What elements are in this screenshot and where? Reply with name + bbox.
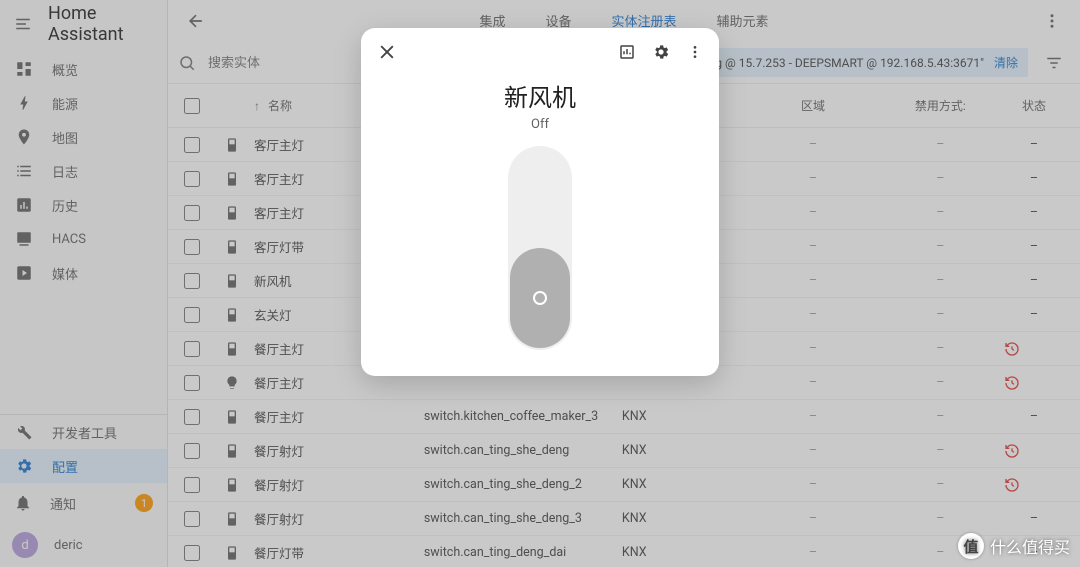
switch-track[interactable] [508,146,572,350]
modal-overlay[interactable]: 新风机 Off [0,0,1080,567]
power-icon [533,291,547,305]
close-button[interactable] [373,38,401,66]
dialog-title: 新风机 [361,78,719,113]
dialog-actions [615,40,707,64]
settings-button[interactable] [649,40,673,64]
dialog-overflow[interactable] [683,40,707,64]
dialog-state: Off [361,117,719,132]
switch-thumb[interactable] [510,248,570,348]
history-button[interactable] [615,40,639,64]
dialog-header [361,28,719,76]
entity-dialog: 新风机 Off [361,28,719,376]
